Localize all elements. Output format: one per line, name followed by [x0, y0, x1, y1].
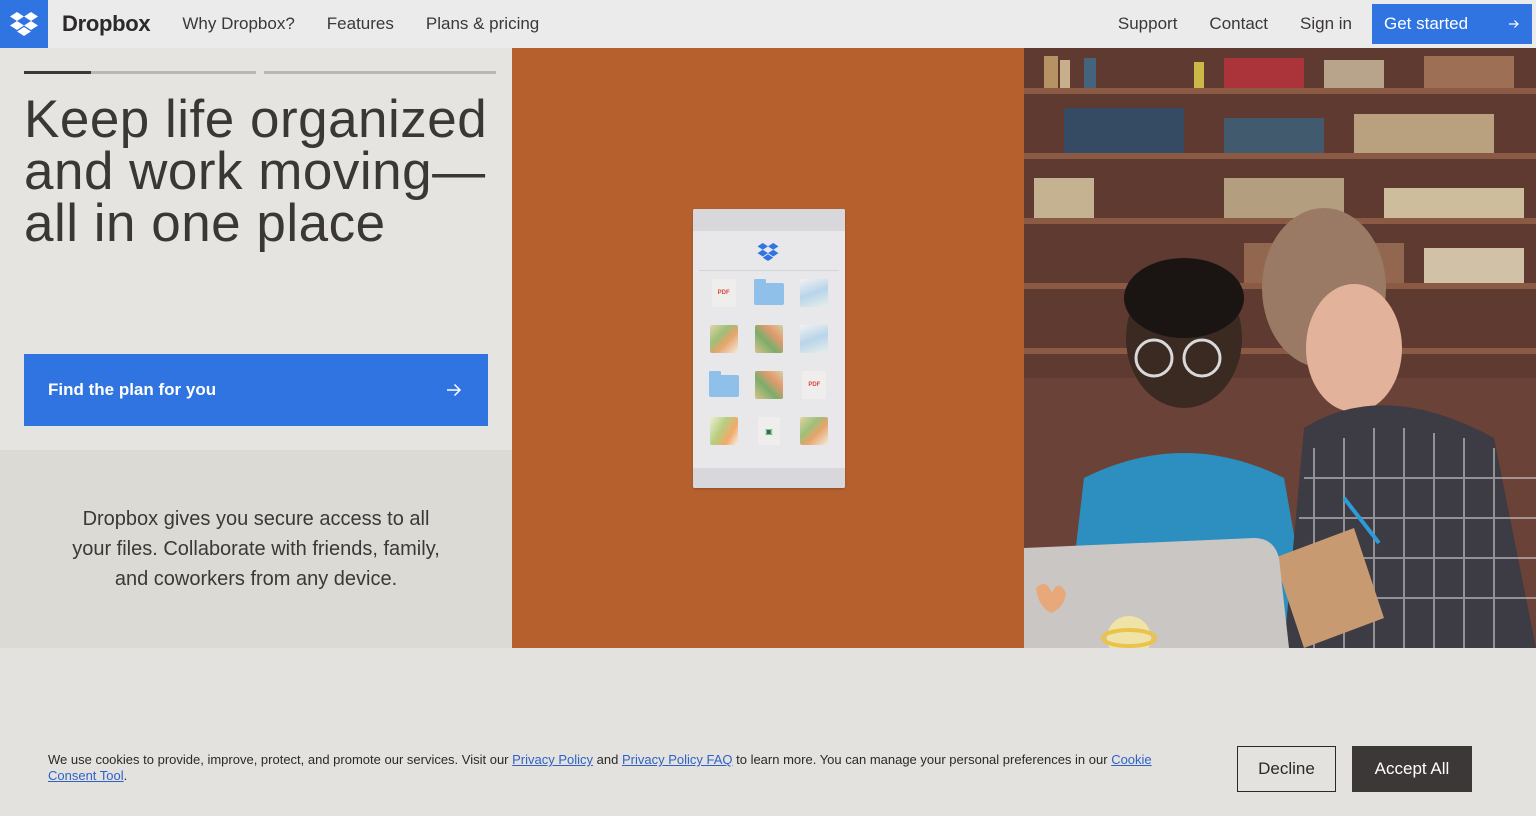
pdf-file-icon: PDF	[802, 371, 827, 399]
get-started-button[interactable]: Get started	[1372, 4, 1532, 44]
nav-support[interactable]: Support	[1102, 14, 1194, 34]
dropbox-logo-icon	[757, 243, 779, 266]
primary-nav: Why Dropbox? Features Plans & pricing	[166, 14, 555, 34]
nav-sign-in[interactable]: Sign in	[1284, 14, 1368, 34]
carousel-progress	[24, 71, 496, 74]
map-file-icon	[800, 325, 829, 353]
shared-folder-icon	[753, 279, 784, 305]
carousel-progress-fill	[24, 71, 92, 74]
phone-mockup: PDF PDF ▣	[693, 209, 845, 488]
hero-description-panel: Dropbox gives you secure access to all y…	[0, 450, 512, 648]
hero-headline: Keep life organized and work moving—all …	[24, 90, 488, 253]
arrow-right-icon	[447, 383, 462, 397]
get-started-label: Get started	[1384, 14, 1469, 33]
cookie-text-part: to learn more. You can manage your perso…	[732, 752, 1112, 767]
dropbox-box-icon	[10, 12, 38, 36]
cookie-text-part: We use cookies to provide, improve, prot…	[48, 752, 513, 767]
map-file-icon	[800, 417, 829, 445]
phone-bottom-bar	[693, 468, 845, 488]
nav-contact[interactable]: Contact	[1193, 14, 1284, 34]
nav-why-dropbox[interactable]: Why Dropbox?	[166, 14, 310, 34]
hero-photo	[1024, 48, 1536, 648]
hero-description: Dropbox gives you secure access to all y…	[72, 508, 440, 590]
file-grid: PDF PDF ▣	[701, 279, 837, 445]
dropbox-logo-icon[interactable]	[0, 0, 48, 48]
accept-all-button[interactable]: Accept All	[1352, 746, 1472, 792]
find-plan-button[interactable]: Find the plan for you	[24, 354, 488, 426]
map-file-icon	[754, 371, 783, 399]
top-nav: Dropbox Why Dropbox? Features Plans & pr…	[0, 0, 1536, 48]
map-file-icon	[800, 279, 829, 307]
product-illustration-panel: PDF PDF ▣	[512, 48, 1024, 648]
pdf-file-icon: PDF	[711, 279, 736, 307]
secondary-nav: Support Contact Sign in Get started	[1102, 4, 1536, 44]
decline-button[interactable]: Decline	[1237, 746, 1336, 792]
carousel-progress-bar-2[interactable]	[264, 71, 496, 74]
cookie-notice-text: We use cookies to provide, improve, prot…	[48, 752, 1188, 784]
find-plan-label: Find the plan for you	[48, 380, 217, 399]
map-file-icon	[709, 417, 738, 445]
carousel-progress-bar-1[interactable]	[24, 71, 256, 74]
arrow-right-icon	[1509, 20, 1519, 28]
divider	[699, 270, 839, 271]
cookie-text-part: and	[593, 752, 622, 767]
privacy-faq-link[interactable]: Privacy Policy FAQ	[622, 752, 733, 767]
cookie-text-part: .	[123, 768, 128, 783]
phone-status-bar	[693, 209, 845, 231]
spreadsheet-file-icon: ▣	[757, 417, 780, 445]
shared-folder-icon	[708, 371, 739, 397]
nav-plans-pricing[interactable]: Plans & pricing	[410, 14, 555, 34]
brand-name[interactable]: Dropbox	[62, 11, 151, 37]
map-file-icon	[754, 325, 783, 353]
privacy-policy-link[interactable]: Privacy Policy	[512, 752, 593, 767]
people-at-laptop-image	[1024, 48, 1536, 648]
nav-features[interactable]: Features	[311, 14, 410, 34]
map-file-icon	[709, 325, 738, 353]
hero-text-panel: Keep life organized and work moving—all …	[0, 48, 512, 450]
cookie-banner: We use cookies to provide, improve, prot…	[0, 648, 1536, 816]
